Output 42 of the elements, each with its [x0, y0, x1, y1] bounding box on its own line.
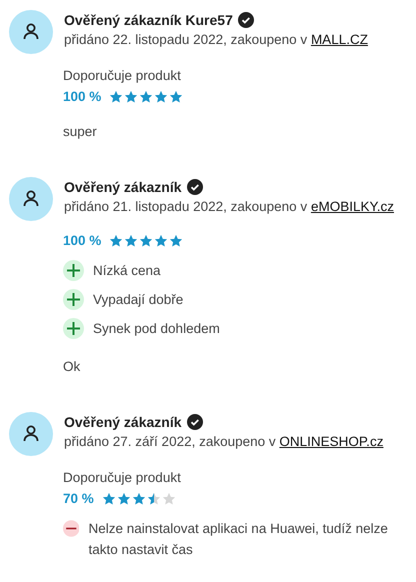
plus-icon	[63, 260, 84, 281]
con-text: Nelze nainstalovat aplikaci na Huawei, tudíž nelze takto nastavit čas	[88, 520, 389, 559]
plus-icon	[63, 289, 84, 310]
recommendation-label: Doporučuje produkt	[63, 68, 182, 83]
shop-link[interactable]: ONLINESHOP.cz	[279, 434, 384, 449]
star-icon	[169, 234, 184, 248]
avatar-icon	[9, 10, 53, 54]
pro-text: Nízká cena	[93, 262, 161, 280]
rating-percent: 70 %	[63, 491, 94, 506]
star-icon	[116, 492, 131, 506]
star-icon	[124, 234, 138, 248]
rating-percent: 100 %	[63, 233, 102, 248]
star-icon	[139, 234, 154, 248]
avatar-icon	[9, 177, 53, 221]
star-icon	[102, 492, 116, 506]
star-icon	[154, 90, 168, 104]
shop-link[interactable]: MALL.CZ	[310, 32, 368, 47]
review-comment: Ok	[63, 359, 82, 374]
star-icon	[139, 90, 154, 104]
pro-text: Vypadají dobře	[93, 291, 184, 309]
shop-link[interactable]: eMOBILKY.cz	[310, 199, 394, 214]
review-meta: přidáno 22. listopadu 2022, zakoupeno v MALL.CZ	[64, 32, 368, 47]
plus-icon	[63, 318, 84, 339]
star-icon	[169, 90, 184, 104]
star-icon	[154, 234, 168, 248]
review-meta: přidáno 21. listopadu 2022, zakoupeno v eMOBILKY.cz	[64, 199, 394, 214]
star-icon	[124, 90, 138, 104]
reviewer-name: Ověřený zákazník	[64, 414, 182, 430]
star-icon	[132, 492, 146, 506]
reviewer-name: Ověřený zákazník Kure57	[64, 12, 233, 28]
star-icon	[109, 234, 124, 248]
star-icon	[109, 90, 124, 104]
rating-percent: 100 %	[63, 89, 102, 104]
review-comment: super	[63, 124, 98, 139]
minus-icon	[63, 518, 80, 539]
star-icon	[146, 492, 161, 506]
recommendation-label: Doporučuje produkt	[63, 470, 182, 485]
avatar-icon	[9, 412, 53, 456]
review-meta: přidáno 27. září 2022, zakoupeno v ONLINESHOP.cz	[64, 434, 384, 449]
pro-text: Synek pod dohledem	[93, 320, 220, 338]
star-icon	[162, 492, 176, 506]
reviewer-name: Ověřený zákazník	[64, 179, 182, 195]
